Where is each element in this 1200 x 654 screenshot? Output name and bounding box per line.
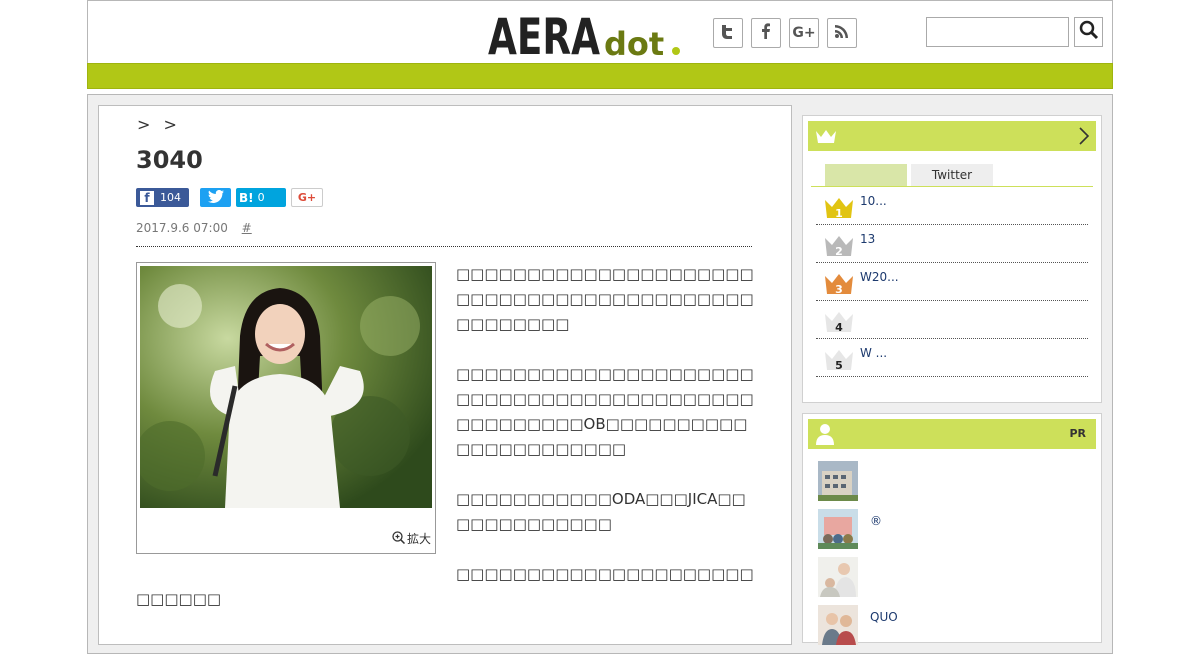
svg-text:dot: dot [604, 25, 664, 61]
silver-crown-icon: 2 [825, 236, 853, 257]
googleplus-label: G+ [297, 191, 317, 204]
person-icon [816, 423, 834, 449]
googleplus-button[interactable]: G+ [291, 188, 323, 207]
article-meta: 2017.9.6 07:00 # [136, 221, 252, 235]
pr-label: PR [1069, 427, 1086, 440]
gold-crown-icon: 1 [825, 198, 853, 219]
facebook-icon [757, 22, 775, 44]
facebook-like-button[interactable]: f 104 [136, 188, 189, 207]
photo-image[interactable] [140, 266, 432, 508]
crown-icon [815, 128, 837, 148]
breadcrumb-separator[interactable]: > [164, 115, 177, 134]
svg-text:2: 2 [835, 245, 843, 257]
article-paragraph: □□□□□□□□□□□□□□□□□□□□□□□□□□□□□□□□□□□□□□□□… [456, 265, 754, 333]
crown-icon: 5 [825, 350, 853, 371]
site-header: AERA dot G+ [87, 0, 1113, 64]
ranking-tab-twitter[interactable]: Twitter [911, 164, 993, 186]
ranking-item-text[interactable]: W20... [860, 270, 899, 284]
hashtag-link[interactable]: # [242, 221, 252, 235]
search-icon [1079, 20, 1099, 44]
article-paragraph: □□□□□□□□□□□ODA□□□JICA□□□□□□□□□□□□□ [456, 490, 746, 533]
tweet-button[interactable] [200, 188, 231, 207]
bronze-crown-icon: 3 [825, 274, 853, 295]
search-button[interactable] [1074, 17, 1103, 47]
pr-item[interactable] [818, 557, 1088, 597]
ranking-item[interactable]: 3 W20... [816, 263, 1088, 301]
pr-item-text[interactable]: ® [870, 514, 882, 528]
ranking-item-text[interactable]: 13 [860, 232, 875, 246]
rss-button[interactable] [827, 18, 857, 48]
chevron-right-icon [1078, 126, 1090, 150]
rss-icon [833, 22, 851, 44]
pr-item-text[interactable]: QUO [870, 610, 898, 624]
publish-date: 2017.9.6 07:00 [136, 221, 228, 235]
ranking-item[interactable]: 2 13 [816, 225, 1088, 263]
hatena-bookmark-button[interactable]: B! 0 [236, 188, 286, 207]
pr-item[interactable]: ® [818, 509, 1088, 549]
twitter-bird-icon [207, 189, 224, 206]
hatena-label: B! [239, 190, 254, 205]
pr-item[interactable]: QUO [818, 605, 1088, 645]
googleplus-icon: G+ [792, 25, 816, 41]
article: > > 3040 f 104 B! 0 G+ 2017.9.6 07:00 # [98, 105, 792, 645]
zoom-icon [392, 530, 406, 547]
pr-header: PR [808, 419, 1096, 449]
breadcrumb: > > [137, 115, 185, 134]
facebook-icon: f [140, 190, 154, 205]
ranking-item[interactable]: 5 W ... [816, 339, 1088, 377]
ranking-tab-access[interactable] [825, 164, 907, 186]
svg-text:5: 5 [835, 359, 843, 371]
pr-thumbnail[interactable] [818, 461, 858, 501]
ranking-box: Twitter 1 10... 2 13 3 W20... 4 5 W ... [802, 115, 1102, 403]
twitter-share-button[interactable] [713, 18, 743, 48]
hatena-count: 0 [257, 191, 265, 204]
breadcrumb-separator[interactable]: > [137, 115, 150, 134]
pr-thumbnail[interactable] [818, 557, 858, 597]
nav-bar [87, 63, 1113, 89]
facebook-count: 104 [160, 191, 181, 204]
ranking-item-text[interactable]: 10... [860, 194, 887, 208]
svg-text:3: 3 [835, 283, 843, 295]
divider [136, 246, 752, 247]
article-photo[interactable]: 拡大 [136, 262, 436, 554]
article-paragraph: □□□□□□□□□□□□□□□□□□□□□□□□□□□□□□□□□□□□□□□□… [456, 365, 754, 458]
pr-thumbnail[interactable] [818, 605, 858, 645]
facebook-share-button[interactable] [751, 18, 781, 48]
svg-text:4: 4 [835, 321, 843, 333]
crown-icon: 4 [825, 312, 853, 333]
svg-text:AERA: AERA [488, 8, 600, 61]
ranking-item-text[interactable]: W ... [860, 346, 887, 360]
pr-box: PR ® QUO [802, 413, 1102, 645]
zoom-button[interactable]: 拡大 [392, 530, 431, 547]
pr-thumbnail[interactable] [818, 509, 858, 549]
article-title: 3040 [136, 146, 203, 174]
ranking-header[interactable] [808, 121, 1096, 151]
twitter-icon [719, 22, 737, 44]
pr-item[interactable] [818, 461, 1088, 501]
search-input[interactable] [926, 17, 1069, 47]
zoom-label: 拡大 [406, 532, 431, 546]
aera-dot-logo[interactable]: AERA dot [488, 7, 683, 61]
article-paragraph: □□□□□□□□□□□□□□□□□□□□□□□□□□□ [136, 565, 754, 608]
ranking-item[interactable]: 4 [816, 301, 1088, 339]
svg-text:1: 1 [835, 207, 843, 219]
googleplus-share-button[interactable]: G+ [789, 18, 819, 48]
ranking-item[interactable]: 1 10... [816, 187, 1088, 225]
